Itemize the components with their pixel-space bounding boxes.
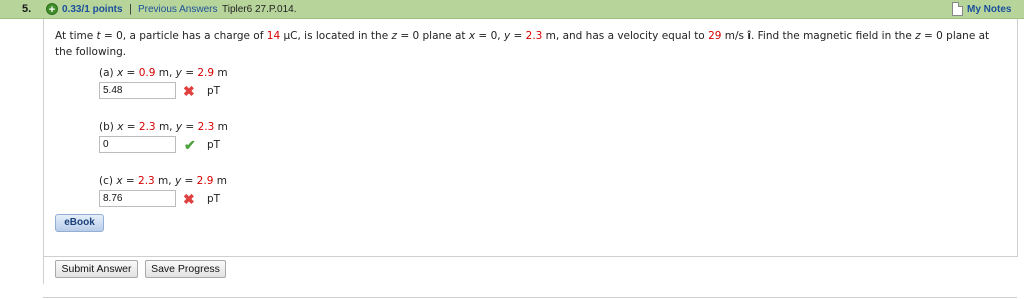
y-position-value: 2.3 — [525, 30, 543, 42]
page-bottom-divider — [43, 297, 1017, 298]
part-b-label: (b) x = 2.3 m, y = 2.3 m — [99, 121, 228, 133]
correct-checkmark-icon: ✔ — [184, 137, 196, 153]
part-a-label: (a) x = 0.9 m, y = 2.9 m — [99, 67, 228, 79]
problem-id: Tipler6 27.P.014. — [222, 4, 297, 15]
question-header-bar: 5. + 0.33/1 points | Previous Answers Ti… — [0, 0, 1024, 19]
problem-statement: At time t = 0, a particle has a charge o… — [55, 30, 990, 58]
save-progress-button[interactable]: Save Progress — [145, 260, 226, 278]
part-b-unit: pT — [207, 139, 221, 151]
my-notes-link[interactable]: My Notes — [967, 4, 1011, 15]
part-c-answer-input[interactable]: 8.76 — [99, 190, 176, 207]
question-number: 5. — [22, 3, 32, 15]
points-score: 0.33/1 points — [62, 4, 123, 15]
panel-divider — [43, 256, 1017, 257]
charge-value: 14 — [266, 30, 281, 42]
part-c-unit: pT — [207, 193, 221, 205]
panel-right-border — [1017, 19, 1018, 257]
part-b-answer-input[interactable]: 0 — [99, 136, 176, 153]
part-c-label: (c) x = 2.3 m, y = 2.9 m — [99, 175, 227, 187]
incorrect-x-icon: ✖ — [183, 83, 195, 99]
part-a-answer-input[interactable]: 5.48 — [99, 82, 176, 99]
notes-icon[interactable] — [952, 2, 963, 16]
incorrect-x-icon: ✖ — [183, 191, 195, 207]
part-a-unit: pT — [207, 85, 221, 97]
submit-answer-button[interactable]: Submit Answer — [55, 260, 138, 278]
expand-plus-icon[interactable]: + — [46, 3, 58, 16]
panel-left-border — [43, 19, 44, 284]
velocity-value: 29 — [708, 30, 722, 42]
previous-answers-link[interactable]: Previous Answers — [138, 4, 217, 15]
ebook-button[interactable]: eBook — [55, 214, 104, 232]
header-separator: | — [129, 3, 132, 15]
